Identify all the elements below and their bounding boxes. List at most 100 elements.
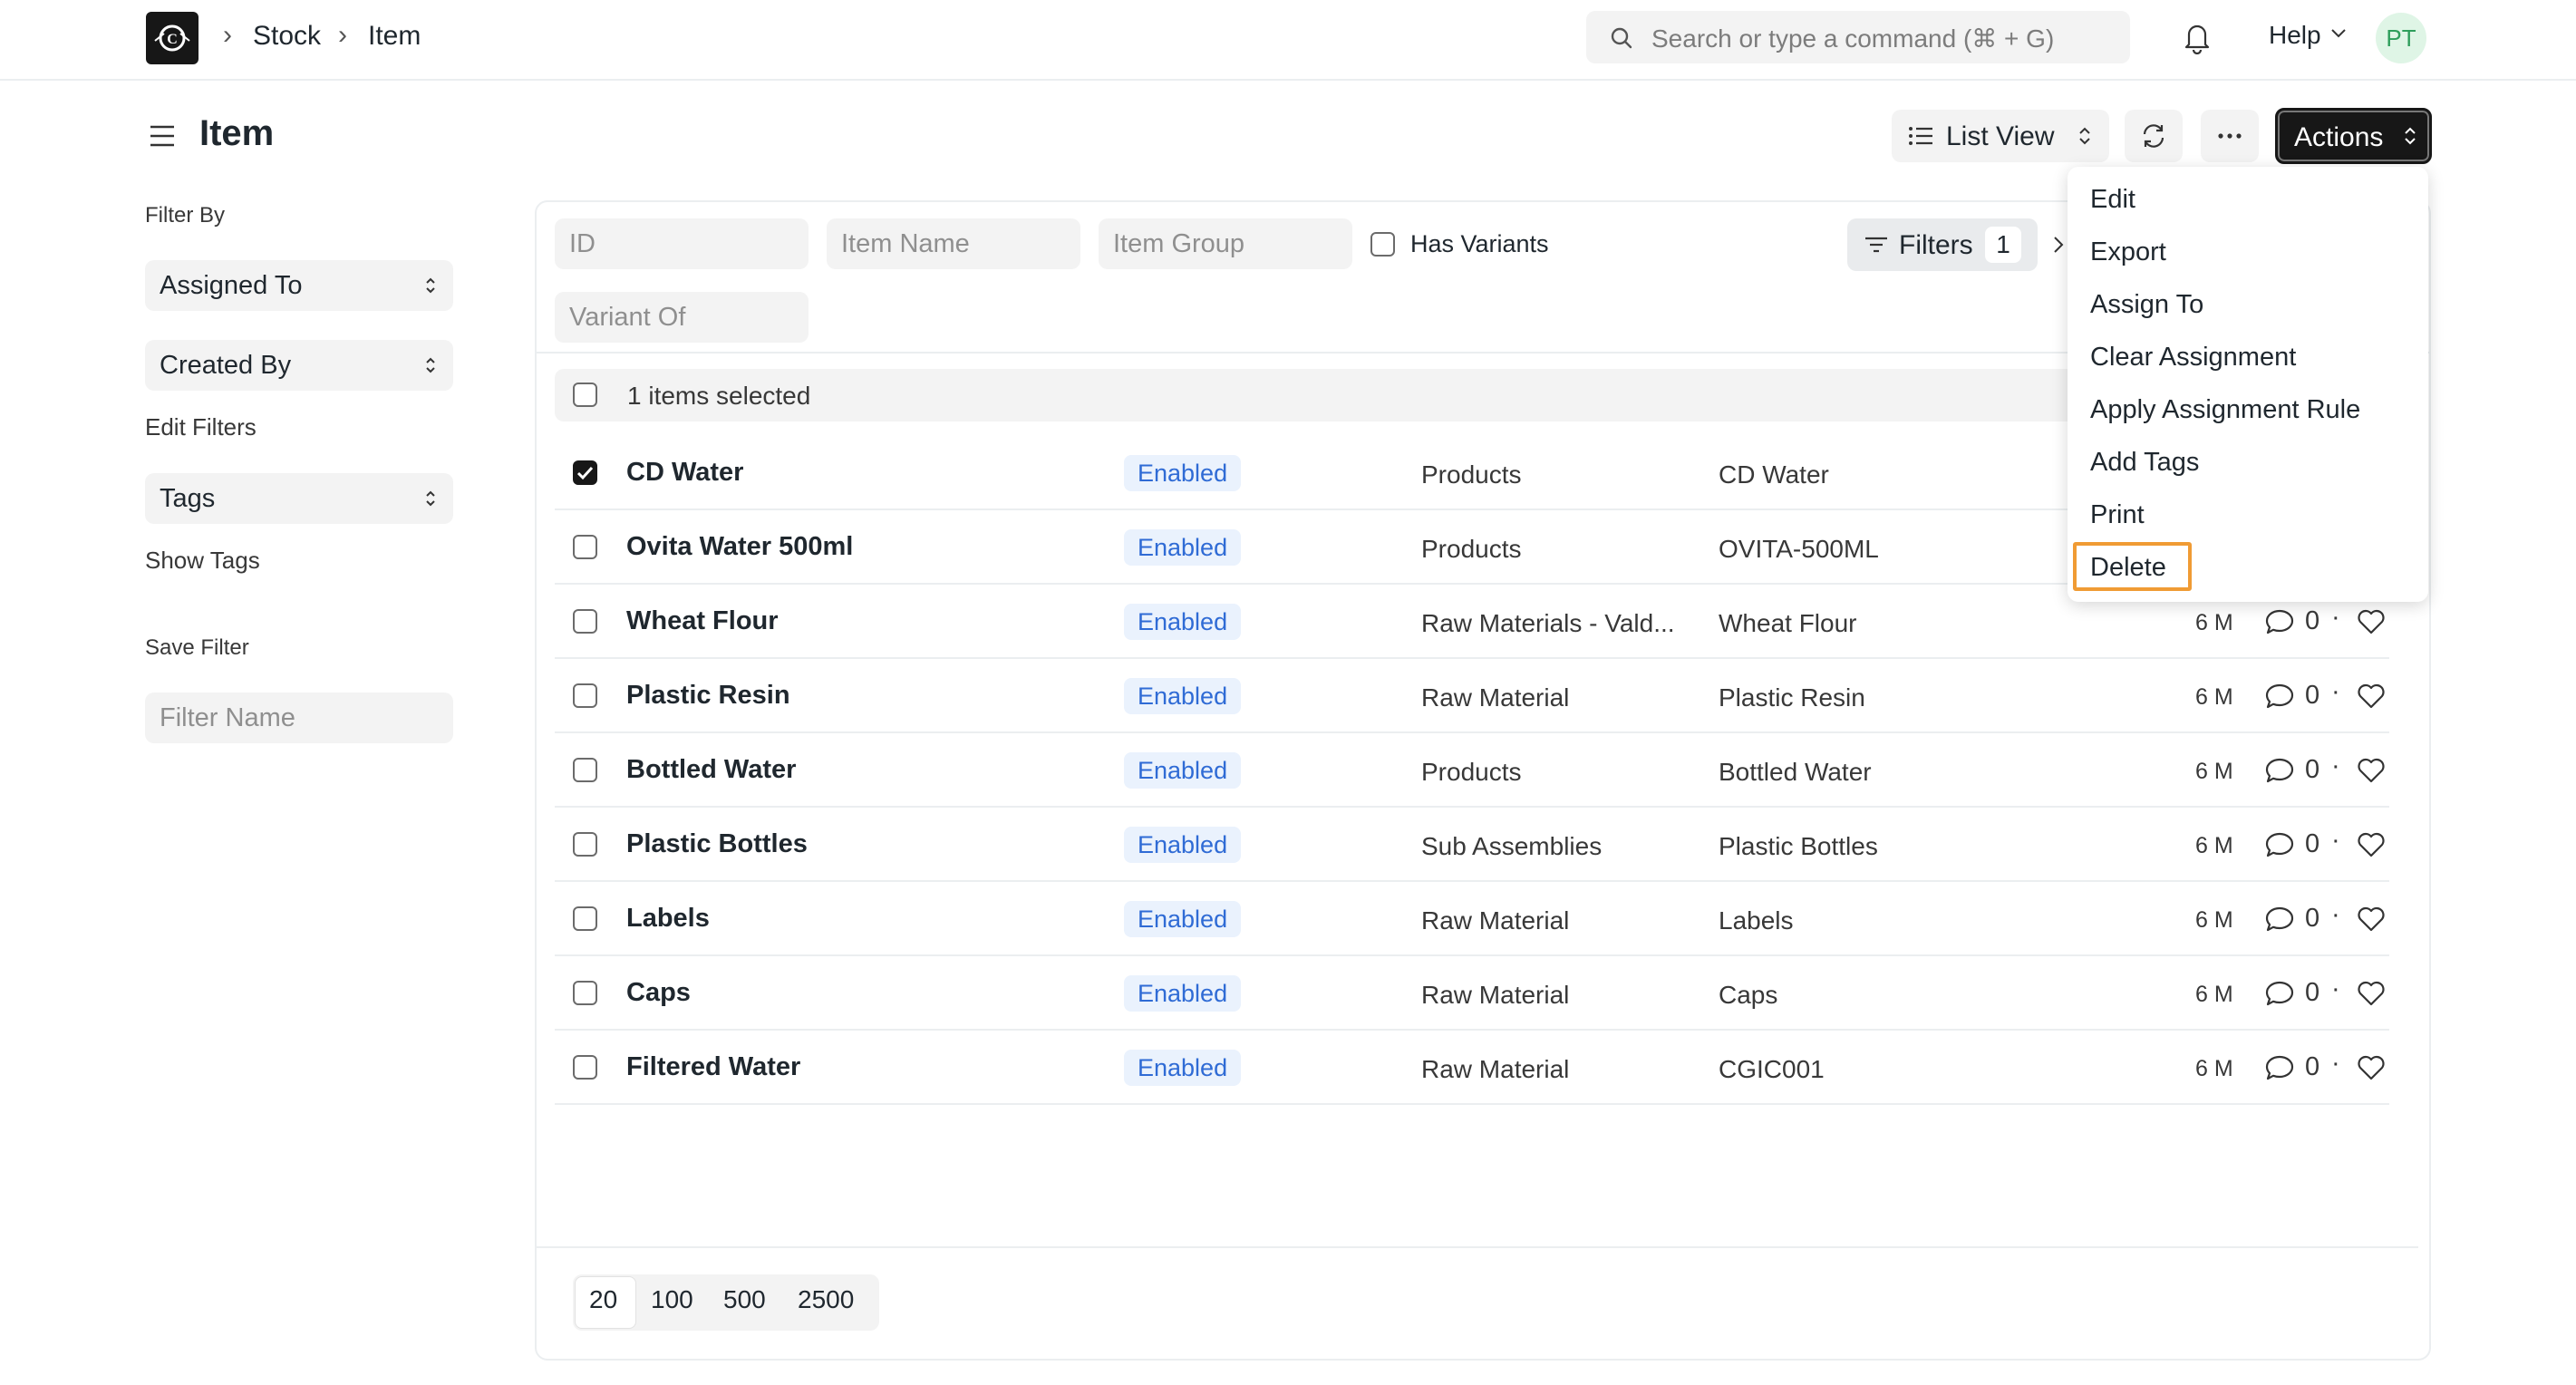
item-name[interactable]: Ovita Water 500ml (626, 532, 853, 562)
status-badge: Enabled (1124, 1050, 1242, 1086)
like-heart-icon[interactable] (2356, 682, 2387, 711)
notification-bell-icon[interactable] (2181, 20, 2213, 54)
status-badge: Enabled (1124, 827, 1242, 863)
selection-count-label: 1 items selected (627, 382, 811, 410)
actions-button[interactable]: Actions (2275, 108, 2432, 164)
breadcrumb-chevron-icon: › (223, 20, 232, 50)
separator-dot-icon: · (2331, 974, 2340, 1003)
table-row[interactable]: Plastic Resin Enabled Raw Material Plastic … (555, 659, 2389, 733)
row-checkbox[interactable] (573, 609, 597, 634)
item-group-filter-input[interactable] (1099, 218, 1352, 269)
item-description: Plastic Resin (1719, 683, 1865, 712)
sort-updown-icon (426, 277, 435, 294)
top-navbar: C › Stock › Item Search or type a comman… (0, 0, 2576, 81)
like-heart-icon[interactable] (2356, 607, 2387, 636)
list-view-button[interactable]: List View (1892, 110, 2109, 162)
item-name[interactable]: Caps (626, 978, 691, 1008)
table-row[interactable]: Bottled Water Enabled Products Bottled Wate… (555, 733, 2389, 808)
item-description: Caps (1719, 981, 1778, 1009)
menu-item-clear-assignment[interactable]: Clear Assignment (2090, 343, 2296, 373)
variant-of-filter-input[interactable] (555, 292, 809, 343)
has-variants-label: Has Variants (1410, 230, 1549, 257)
row-checkbox[interactable] (573, 535, 597, 559)
menu-item-export[interactable]: Export (2090, 237, 2166, 267)
more-options-button[interactable] (2201, 110, 2259, 162)
item-name[interactable]: Plastic Resin (626, 681, 790, 711)
comment-icon[interactable] (2264, 979, 2295, 1008)
like-heart-icon[interactable] (2356, 756, 2387, 785)
comment-icon[interactable] (2264, 905, 2295, 934)
comment-icon[interactable] (2264, 682, 2295, 711)
menu-item-add-tags[interactable]: Add Tags (2090, 448, 2199, 478)
tags-select[interactable]: Tags (145, 473, 453, 524)
table-row[interactable]: Caps Enabled Raw Material Caps 6 M 0 · (555, 956, 2389, 1031)
row-checkbox[interactable] (573, 758, 597, 782)
filters-button[interactable]: Filters 1 (1847, 218, 2038, 271)
comment-icon[interactable] (2264, 756, 2295, 785)
like-heart-icon[interactable] (2356, 830, 2387, 859)
edit-filters-link[interactable]: Edit Filters (145, 413, 257, 441)
filter-by-heading: Filter By (145, 203, 226, 228)
page-size-100[interactable]: 100 (651, 1285, 693, 1314)
page-title: Item (199, 113, 275, 153)
item-description: OVITA-500ML (1719, 535, 1879, 563)
filter-name-input[interactable] (145, 692, 453, 743)
table-row[interactable]: Plastic Bottles Enabled Sub Assemblies Plas… (555, 808, 2389, 882)
row-checkbox[interactable] (573, 1055, 597, 1080)
menu-item-assign-to[interactable]: Assign To (2090, 290, 2203, 320)
like-heart-icon[interactable] (2356, 979, 2387, 1008)
page-size-500[interactable]: 500 (723, 1285, 766, 1314)
created-by-select[interactable]: Created By (145, 340, 453, 391)
page-size-20[interactable]: 20 (589, 1285, 617, 1314)
help-menu[interactable]: Help (2269, 21, 2321, 50)
item-group: Raw Materials - Vald... (1421, 609, 1675, 637)
row-checkbox[interactable] (573, 683, 597, 708)
menu-item-apply-assignment-rule[interactable]: Apply Assignment Rule (2090, 395, 2360, 425)
like-heart-icon[interactable] (2356, 905, 2387, 934)
like-heart-icon[interactable] (2356, 1053, 2387, 1082)
item-name[interactable]: Bottled Water (626, 755, 796, 785)
row-checkbox[interactable] (573, 460, 597, 485)
row-checkbox[interactable] (573, 906, 597, 931)
separator-dot-icon: · (2331, 1049, 2340, 1078)
modified-time: 6 M (2195, 684, 2233, 710)
page-size-2500[interactable]: 2500 (798, 1285, 854, 1314)
user-avatar[interactable]: PT (2376, 13, 2426, 63)
search-bar[interactable]: Search or type a command (⌘ + G) (1586, 11, 2130, 63)
has-variants-checkbox[interactable] (1370, 232, 1395, 257)
svg-text:C: C (167, 32, 178, 47)
table-row[interactable]: Labels Enabled Raw Material Labels 6 M 0 · (555, 882, 2389, 956)
comment-icon[interactable] (2264, 1053, 2295, 1082)
sort-updown-icon (2079, 127, 2090, 145)
select-all-checkbox[interactable] (573, 383, 597, 407)
comment-icon[interactable] (2264, 830, 2295, 859)
table-row[interactable]: Filtered Water Enabled Raw Material CGIC001… (555, 1031, 2389, 1105)
actions-label: Actions (2294, 122, 2384, 152)
item-group: Raw Material (1421, 906, 1570, 935)
app-root: C › Stock › Item Search or type a comman… (0, 0, 2576, 1385)
chevron-right-icon[interactable] (2052, 234, 2065, 256)
show-tags-link[interactable]: Show Tags (145, 547, 260, 575)
item-group: Products (1421, 460, 1522, 489)
item-name-filter-input[interactable] (827, 218, 1080, 269)
assigned-to-select[interactable]: Assigned To (145, 260, 453, 311)
comment-icon[interactable] (2264, 607, 2295, 636)
id-filter-input[interactable] (555, 218, 809, 269)
item-group-filter-field (1099, 218, 1352, 269)
breadcrumb-stock[interactable]: Stock (253, 21, 321, 52)
row-checkbox[interactable] (573, 981, 597, 1005)
item-name[interactable]: Plastic Bottles (626, 829, 808, 859)
menu-item-print[interactable]: Print (2090, 500, 2145, 530)
item-name[interactable]: Labels (626, 904, 710, 934)
item-name[interactable]: Wheat Flour (626, 606, 779, 636)
item-name[interactable]: CD Water (626, 458, 743, 488)
refresh-button[interactable] (2125, 110, 2183, 162)
separator-dot-icon: · (2331, 751, 2340, 780)
separator-dot-icon: · (2331, 900, 2340, 929)
breadcrumb-item[interactable]: Item (368, 21, 421, 52)
row-checkbox[interactable] (573, 832, 597, 857)
app-logo[interactable]: C (146, 12, 199, 64)
sidebar-toggle-icon[interactable] (149, 123, 176, 149)
item-name[interactable]: Filtered Water (626, 1052, 800, 1082)
menu-item-edit[interactable]: Edit (2090, 185, 2135, 215)
